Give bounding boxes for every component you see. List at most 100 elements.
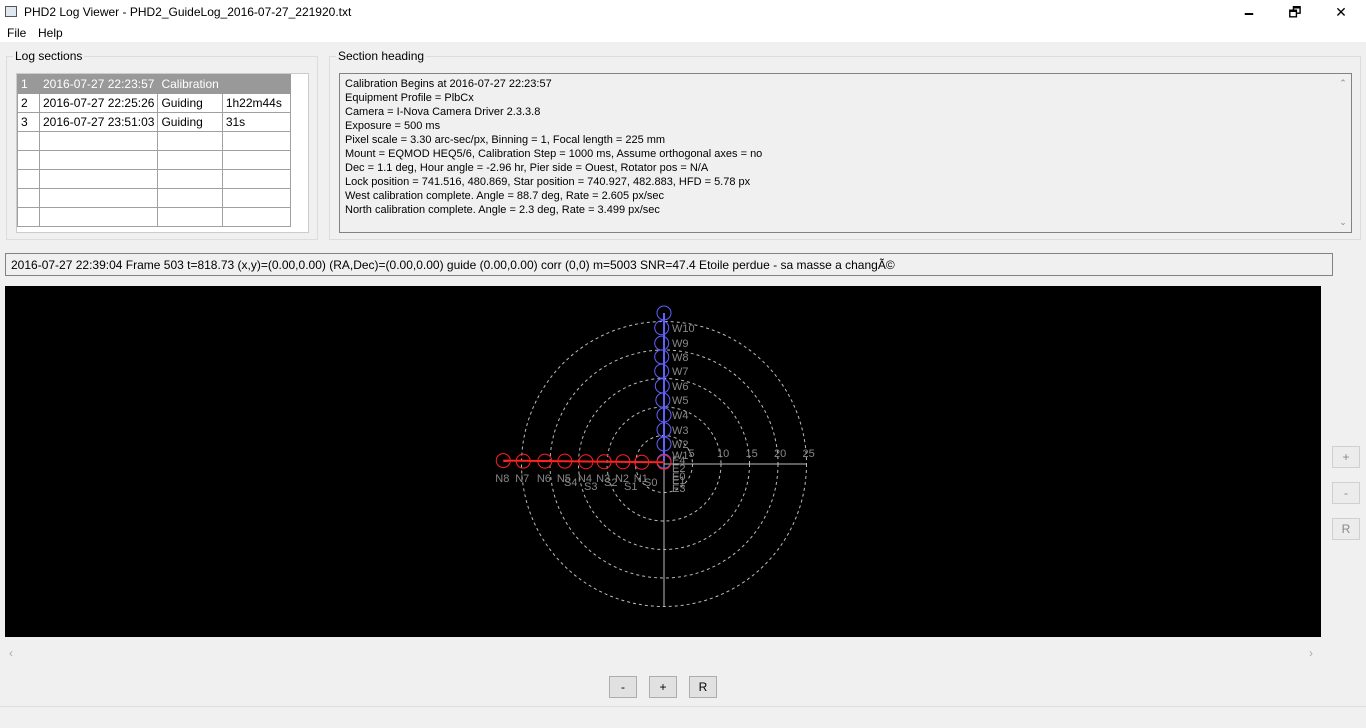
log-section-row[interactable]: 1 2016-07-27 22:23:57 Calibration — [17, 74, 292, 94]
plot-zoom-out-button[interactable]: - — [1332, 482, 1360, 504]
east-label: E3 — [672, 483, 685, 495]
log-sections-label: Log sections — [13, 49, 85, 63]
south-label: S4 — [564, 477, 577, 489]
empty-row — [17, 169, 292, 189]
north-line — [503, 459, 665, 464]
west-label: W7 — [672, 366, 689, 378]
heading-line: Calibration Begins at 2016-07-27 22:23:5… — [345, 78, 552, 90]
calibration-plot[interactable]: 5 10 15 20 25 W1 W2 W3 W4 W5 W6 W7 W8 W9 W10 N1 N2 N3 N4 N5… — [5, 286, 1321, 637]
empty-cell — [221, 207, 292, 227]
zoom-out-button[interactable]: - — [609, 676, 637, 698]
cell-time: 2016-07-27 22:23:57 — [38, 74, 159, 94]
section-heading-label: Section heading — [336, 49, 427, 63]
tick-label: 20 — [774, 448, 786, 460]
east-label: E4 — [672, 455, 685, 467]
horizontal-scrollbar[interactable]: ‹ › — [5, 646, 1321, 664]
empty-row — [17, 150, 292, 170]
empty-cell — [38, 169, 159, 189]
app-icon — [5, 6, 17, 17]
empty-cell — [221, 188, 292, 208]
menu-bar: File Help — [0, 24, 1366, 42]
tick-label: 10 — [717, 448, 729, 460]
maximize-button[interactable]: 🗗 — [1272, 0, 1318, 24]
cell-n: 3 — [17, 112, 40, 132]
west-label: W5 — [672, 395, 689, 407]
plot-zoom-in-button[interactable]: + — [1332, 446, 1360, 468]
empty-cell — [157, 207, 223, 227]
empty-row — [17, 188, 292, 208]
empty-cell — [221, 150, 292, 170]
west-label: W6 — [672, 381, 689, 393]
tick-label: 25 — [803, 448, 815, 460]
heading-line: Equipment Profile = PlbCx — [345, 92, 474, 104]
west-point — [654, 378, 670, 394]
empty-cell — [38, 131, 159, 151]
north-label: N6 — [537, 473, 551, 485]
heading-line: Exposure = 500 ms — [345, 120, 441, 132]
empty-cell — [17, 188, 40, 208]
heading-line: Dec = 1.1 deg, Hour angle = -2.96 hr, Pi… — [345, 162, 709, 174]
menu-file[interactable]: File — [7, 26, 26, 40]
cell-type: Calibration — [157, 74, 223, 94]
log-sections-group: Log sections 1 2016-07-27 22:23:57 Calibra… — [6, 49, 318, 240]
reset-button[interactable]: R — [689, 676, 717, 698]
cell-dur: 1h22m44s — [221, 93, 292, 113]
west-label: W9 — [672, 338, 689, 350]
window-title: PHD2 Log Viewer - PHD2_GuideLog_2016-07-… — [24, 5, 352, 19]
cell-time: 2016-07-27 22:25:26 — [38, 93, 159, 113]
empty-row — [17, 131, 292, 151]
heading-line: North calibration complete. Angle = 2.3 … — [345, 204, 660, 216]
log-section-row[interactable]: 2 2016-07-27 22:25:26 Guiding 1h22m44s — [17, 93, 292, 113]
west-point — [654, 320, 670, 336]
tick-label: 15 — [746, 448, 758, 460]
cell-n: 2 — [17, 93, 40, 113]
cell-n: 1 — [17, 74, 40, 94]
log-sections-table: 1 2016-07-27 22:23:57 Calibration 2 2016-07-… — [16, 73, 309, 233]
empty-cell — [17, 207, 40, 227]
south-label: S1 — [624, 481, 637, 493]
south-label: S2 — [604, 477, 617, 489]
heading-line: Pixel scale = 3.30 arc-sec/px, Binning =… — [345, 134, 666, 146]
west-label: W8 — [672, 352, 689, 364]
heading-line: Lock position = 741.516, 480.869, Star p… — [345, 176, 751, 188]
empty-cell — [157, 150, 223, 170]
status-bar-divider — [0, 706, 1366, 707]
empty-cell — [17, 169, 40, 189]
cell-type: Guiding — [157, 93, 223, 113]
empty-row — [17, 207, 292, 227]
scroll-left-arrow[interactable]: ‹ — [9, 646, 13, 660]
west-label: W4 — [672, 410, 689, 422]
cell-dur: 31s — [221, 112, 292, 132]
north-label: N7 — [515, 473, 529, 485]
west-label: W10 — [672, 323, 695, 335]
title-bar: PHD2 Log Viewer - PHD2_GuideLog_2016-07-… — [0, 0, 1366, 24]
empty-cell — [221, 169, 292, 189]
plot-reset-button[interactable]: R — [1332, 518, 1360, 540]
empty-cell — [157, 169, 223, 189]
south-label: S3 — [584, 481, 597, 493]
empty-cell — [38, 150, 159, 170]
section-heading-text[interactable]: Calibration Begins at 2016-07-27 22:23:5… — [339, 73, 1352, 233]
menu-help[interactable]: Help — [38, 26, 63, 40]
cell-dur — [221, 74, 292, 94]
minimize-button[interactable]: 🗕 — [1226, 0, 1272, 24]
heading-scrollbar[interactable]: ⌃ ⌄ — [1336, 76, 1350, 230]
west-label: W2 — [672, 439, 689, 451]
west-point — [655, 392, 671, 408]
empty-cell — [17, 150, 40, 170]
empty-cell — [38, 188, 159, 208]
cell-type: Guiding — [157, 112, 223, 132]
log-section-row[interactable]: 3 2016-07-27 23:51:03 Guiding 31s — [17, 112, 292, 132]
empty-cell — [221, 131, 292, 151]
west-label: W3 — [672, 425, 689, 437]
close-button[interactable]: ✕ — [1318, 0, 1364, 24]
zoom-in-button[interactable]: + — [649, 676, 677, 698]
empty-cell — [157, 131, 223, 151]
south-label: S0 — [644, 477, 657, 489]
west-point — [654, 335, 670, 351]
cell-time: 2016-07-27 23:51:03 — [38, 112, 159, 132]
heading-line: West calibration complete. Angle = 88.7 … — [345, 190, 664, 202]
scroll-right-arrow[interactable]: › — [1309, 646, 1313, 660]
frame-status: 2016-07-27 22:39:04 Frame 503 t=818.73 (… — [5, 253, 1333, 276]
north-label: N8 — [495, 473, 509, 485]
